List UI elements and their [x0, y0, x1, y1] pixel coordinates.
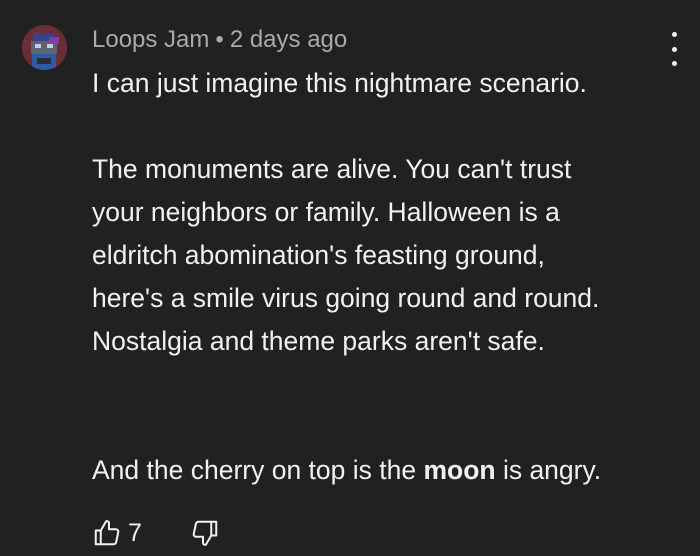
more-vertical-icon — [671, 32, 677, 37]
comment-time[interactable]: 2 days ago — [230, 26, 347, 53]
more-actions-button[interactable] — [664, 32, 684, 66]
comment-line: Nostalgia and theme parks aren't safe. — [92, 326, 545, 356]
avatar-icon — [22, 25, 67, 70]
comment: Loops Jam • 2 days ago I can just imagine … — [0, 0, 700, 556]
last-line-start: And the cherry on top is the — [92, 455, 424, 485]
comment-line: eldritch abomination's feasting ground, — [92, 240, 545, 270]
comment-line: The monuments are alive. You can't trust — [92, 154, 572, 184]
author-name[interactable]: Loops Jam — [92, 26, 209, 53]
avatar[interactable] — [22, 25, 67, 70]
dislike-button[interactable] — [190, 518, 220, 548]
comment-meta: Loops Jam • 2 days ago — [92, 25, 347, 55]
last-line-bold: moon — [423, 455, 496, 485]
thumbs-down-icon — [192, 520, 218, 546]
like-button[interactable]: 7 — [92, 518, 142, 548]
last-line-end: is angry. — [495, 455, 602, 485]
thumbs-up-icon — [94, 520, 120, 546]
comment-line: your neighbors or family. Halloween is a — [92, 197, 560, 227]
comment-last-line: And the cherry on top is the moon is ang… — [92, 449, 672, 492]
comment-text: I can just imagine this nightmare scenar… — [92, 62, 672, 492]
meta-separator: • — [215, 26, 224, 53]
like-count: 7 — [128, 518, 142, 547]
comment-line: I can just imagine this nightmare scenar… — [92, 68, 587, 98]
comment-actions: 7 — [92, 516, 220, 550]
comment-line: here's a smile virus going round and rou… — [92, 283, 600, 313]
